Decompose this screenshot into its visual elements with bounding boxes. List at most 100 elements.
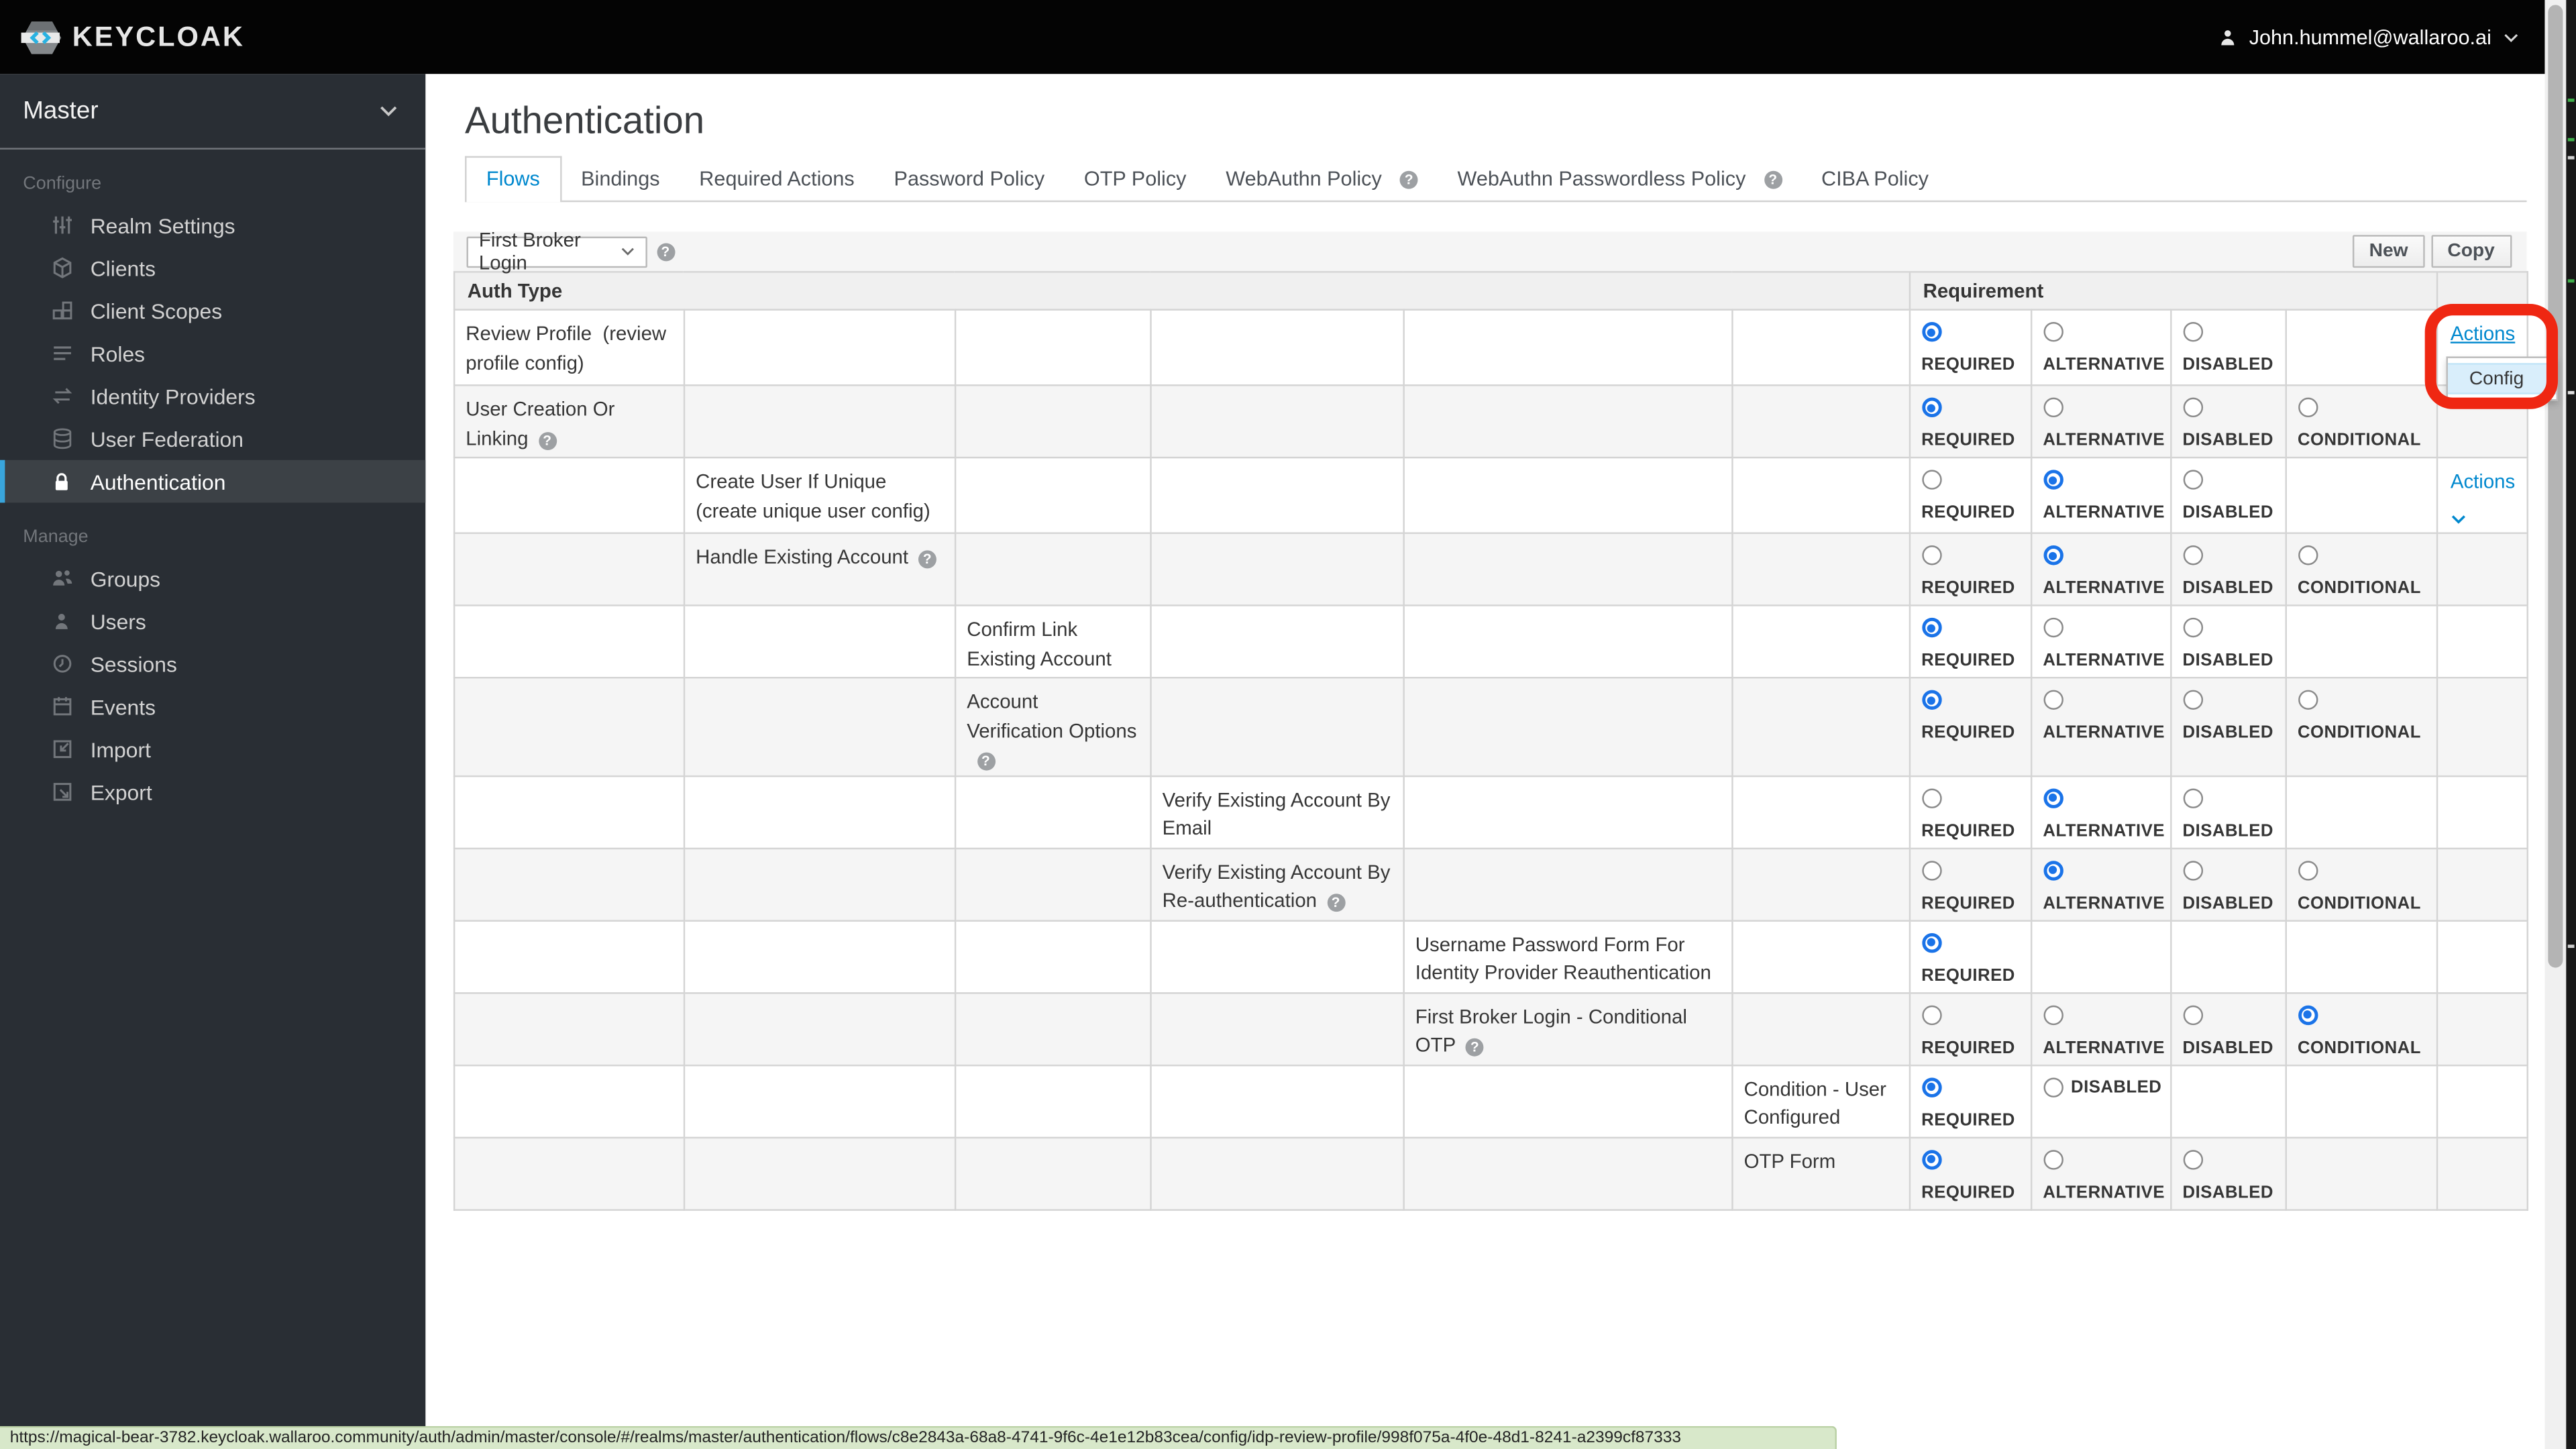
- auth-type-spacer: [682, 847, 956, 921]
- realm-selector[interactable]: Master: [0, 74, 426, 150]
- requirement-radio-conditional[interactable]: [2297, 690, 2318, 710]
- requirement-radio-disabled[interactable]: [2182, 545, 2202, 566]
- sidebar-item-user-federation[interactable]: User Federation: [0, 417, 425, 460]
- requirement-radio-disabled[interactable]: [2182, 470, 2202, 490]
- flow-select[interactable]: First Broker Login: [466, 228, 647, 274]
- requirement-radio-alternative[interactable]: [2043, 690, 2063, 710]
- sidebar-item-events[interactable]: Events: [0, 685, 425, 728]
- user-menu[interactable]: John.hummel@wallaroo.ai: [2218, 25, 2518, 48]
- tab-webauthn-passwordless-policy[interactable]: WebAuthn Passwordless Policy: [1438, 158, 1802, 201]
- requirement-radio-alternative[interactable]: [2043, 617, 2063, 638]
- tab-webauthn-policy[interactable]: WebAuthn Policy: [1206, 158, 1438, 201]
- requirement-cell-conditional: [2284, 309, 2438, 386]
- help-icon[interactable]: [1399, 170, 1418, 189]
- requirement-radio-disabled[interactable]: [2182, 690, 2202, 710]
- requirement-option-label: ALTERNATIVE: [2043, 578, 2165, 598]
- sidebar-item-import[interactable]: Import: [0, 728, 425, 771]
- help-icon[interactable]: [918, 550, 936, 569]
- requirement-radio-alternative[interactable]: [2043, 860, 2063, 880]
- requirement-cell-disabled: DISABLED: [2169, 774, 2286, 849]
- main-content: Authentication Flows Bindings Required A…: [425, 74, 2544, 1449]
- requirement-radio-required[interactable]: [1921, 470, 1941, 490]
- table-row: Handle Existing Account REQUIRED ALTERNATI…: [452, 532, 2528, 606]
- requirement-radio-conditional[interactable]: [2297, 1004, 2318, 1024]
- new-button[interactable]: New: [2353, 235, 2425, 268]
- auth-type-spacer: [452, 1136, 685, 1210]
- actions-cell: [2435, 847, 2528, 921]
- keycloak-logo[interactable]: KEYCLOAK: [19, 17, 245, 57]
- sidebar-item-sessions[interactable]: Sessions: [0, 643, 425, 686]
- actions-cell: [2435, 919, 2528, 994]
- sidebar-item-identity-providers[interactable]: Identity Providers: [0, 374, 425, 417]
- menu-item-config[interactable]: Config: [2447, 363, 2557, 394]
- help-icon[interactable]: [1764, 170, 1782, 189]
- requirement-radio-disabled[interactable]: [2182, 617, 2202, 638]
- requirement-radio-disabled[interactable]: [2182, 397, 2202, 418]
- sidebar-item-realm-settings[interactable]: Realm Settings: [0, 204, 425, 247]
- requirement-radio-alternative[interactable]: [2043, 1149, 2063, 1169]
- tab-bar: Flows Bindings Required Actions Password…: [465, 156, 2526, 203]
- requirement-radio-required[interactable]: [1921, 617, 1941, 638]
- auth-type-label: Review Profile (review profile config): [466, 322, 672, 374]
- requirement-radio-alternative[interactable]: [2043, 470, 2063, 490]
- requirement-radio-required[interactable]: [1921, 860, 1941, 880]
- sidebar-item-users[interactable]: Users: [0, 600, 425, 643]
- sidebar-item-groups[interactable]: Groups: [0, 557, 425, 600]
- auth-type-spacer: [1731, 774, 1911, 849]
- table-row: User Creation Or Linking REQUIRED ALTERNAT…: [452, 384, 2528, 459]
- requirement-radio-alternative[interactable]: [2043, 397, 2063, 418]
- requirement-cell-disabled: DISABLED: [2169, 604, 2286, 679]
- auth-type-spacer: [1731, 991, 1911, 1066]
- tab-ciba-policy[interactable]: CIBA Policy: [1802, 158, 1949, 201]
- sidebar-item-client-scopes[interactable]: Client Scopes: [0, 289, 425, 332]
- requirement-radio-required[interactable]: [1921, 545, 1941, 566]
- tab-required-actions[interactable]: Required Actions: [680, 158, 874, 201]
- requirement-radio-required[interactable]: [1921, 322, 1941, 342]
- flow-select-value: First Broker Login: [478, 228, 581, 274]
- requirement-radio-required[interactable]: [1921, 1004, 1941, 1024]
- scrollbar[interactable]: [2544, 0, 2566, 1449]
- scrollbar-thumb[interactable]: [2547, 5, 2563, 968]
- auth-type-label: Username Password Form For Identity Prov…: [1415, 932, 1711, 984]
- requirement-radio-alternative[interactable]: [2043, 545, 2063, 566]
- requirement-radio-conditional[interactable]: [2297, 860, 2318, 880]
- requirement-radio-disabled[interactable]: [2182, 322, 2202, 342]
- requirement-radio-disabled[interactable]: [2182, 1004, 2202, 1024]
- user-icon: [2221, 29, 2235, 45]
- auth-type-spacer: [1402, 847, 1733, 921]
- sidebar-item-roles[interactable]: Roles: [0, 332, 425, 375]
- sidebar-item-export[interactable]: Export: [0, 771, 425, 814]
- auth-type-spacer: [1149, 456, 1404, 534]
- requirement-radio-required[interactable]: [1921, 932, 1941, 953]
- requirement-option-label: ALTERNATIVE: [2043, 893, 2165, 913]
- requirement-radio-disabled[interactable]: [2043, 1077, 2063, 1097]
- requirement-radio-disabled[interactable]: [2182, 1149, 2202, 1169]
- requirement-radio-disabled[interactable]: [2182, 788, 2202, 808]
- tab-password-policy[interactable]: Password Policy: [874, 158, 1064, 201]
- sidebar-item-clients[interactable]: Clients: [0, 246, 425, 289]
- requirement-radio-alternative[interactable]: [2043, 1004, 2063, 1024]
- actions-link[interactable]: Actions: [2451, 470, 2515, 492]
- tab-bindings[interactable]: Bindings: [561, 158, 680, 201]
- requirement-radio-conditional[interactable]: [2297, 397, 2318, 418]
- user-email: John.hummel@wallaroo.ai: [2249, 25, 2491, 49]
- requirement-radio-alternative[interactable]: [2043, 788, 2063, 808]
- help-icon[interactable]: [976, 752, 995, 771]
- requirement-radio-required[interactable]: [1921, 397, 1941, 418]
- requirement-radio-conditional[interactable]: [2297, 545, 2318, 566]
- help-icon[interactable]: [1465, 1038, 1484, 1057]
- requirement-radio-alternative[interactable]: [2043, 322, 2063, 342]
- requirement-radio-disabled[interactable]: [2182, 860, 2202, 880]
- help-icon[interactable]: [538, 431, 557, 449]
- tab-flows[interactable]: Flows: [465, 156, 561, 203]
- tab-otp-policy[interactable]: OTP Policy: [1065, 158, 1206, 201]
- help-icon[interactable]: [656, 242, 675, 261]
- actions-link[interactable]: Actions: [2451, 322, 2515, 345]
- requirement-radio-required[interactable]: [1921, 1149, 1941, 1169]
- requirement-radio-required[interactable]: [1921, 788, 1941, 808]
- requirement-radio-required[interactable]: [1921, 1077, 1941, 1097]
- requirement-radio-required[interactable]: [1921, 690, 1941, 710]
- copy-button[interactable]: Copy: [2430, 235, 2512, 268]
- sidebar-item-authentication[interactable]: Authentication: [0, 460, 426, 503]
- help-icon[interactable]: [1326, 894, 1345, 912]
